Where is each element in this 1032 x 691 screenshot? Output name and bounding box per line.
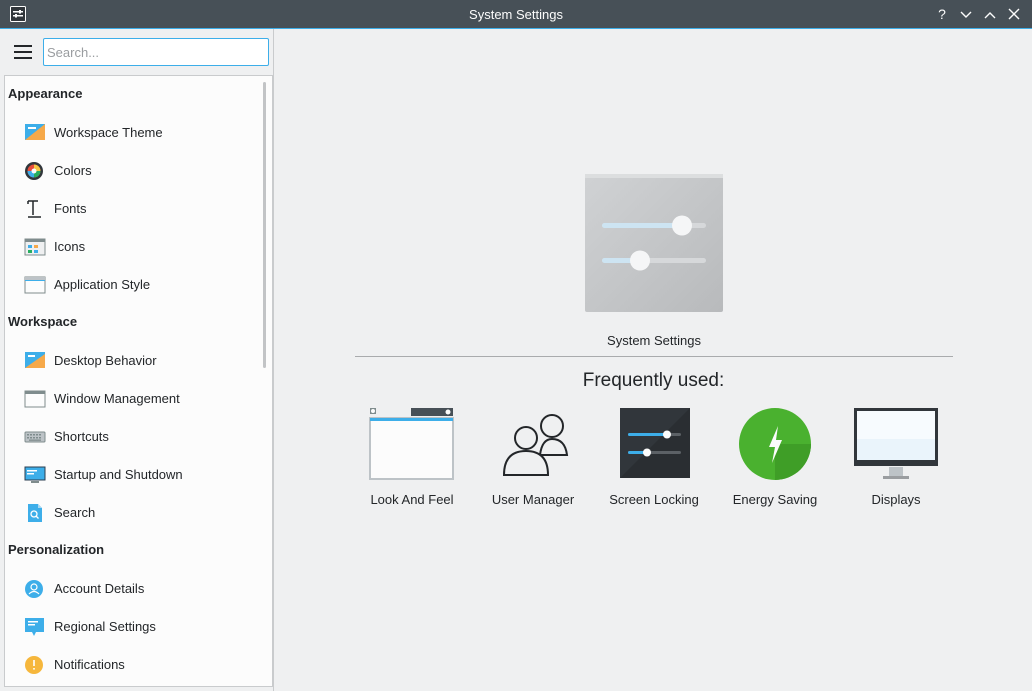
sidebar-item-label: Window Management bbox=[54, 391, 180, 406]
sidebar-item-label: Account Details bbox=[54, 581, 145, 596]
workspace-theme-icon bbox=[25, 124, 45, 140]
section-header-appearance: Appearance bbox=[8, 86, 83, 101]
frequent-item-screen-locking[interactable]: Screen Locking bbox=[594, 407, 714, 517]
title-bar: System Settings ? bbox=[0, 0, 1032, 28]
frequent-item-look-and-feel[interactable]: Look And Feel bbox=[352, 407, 472, 517]
frequent-item-label: Screen Locking bbox=[609, 492, 699, 507]
frequent-item-energy-saving[interactable]: Energy Saving bbox=[715, 407, 835, 517]
sidebar-item-colors[interactable]: Colors bbox=[5, 153, 260, 187]
startup-shutdown-icon bbox=[24, 466, 46, 483]
sidebar-item-workspace-theme[interactable]: Workspace Theme bbox=[5, 115, 260, 149]
minimize-button[interactable] bbox=[956, 4, 976, 24]
sidebar-item-startup-shutdown[interactable]: Startup and Shutdown bbox=[5, 457, 260, 491]
notifications-icon bbox=[25, 656, 43, 674]
keyboard-icon bbox=[24, 431, 46, 443]
frequent-item-label: User Manager bbox=[491, 492, 575, 507]
application-style-icon bbox=[24, 276, 46, 294]
account-icon bbox=[25, 580, 43, 598]
frequent-item-user-manager[interactable]: User Manager bbox=[473, 407, 593, 517]
window-management-icon bbox=[24, 390, 46, 408]
system-settings-icon bbox=[585, 174, 723, 312]
hamburger-menu-icon[interactable] bbox=[14, 45, 32, 59]
frequent-item-label: Energy Saving bbox=[732, 492, 818, 507]
section-header-personalization: Personalization bbox=[8, 542, 105, 557]
sidebar-item-window-management[interactable]: Window Management bbox=[5, 381, 260, 415]
frequent-item-displays[interactable]: Displays bbox=[836, 407, 956, 517]
hero-label: System Settings bbox=[607, 333, 701, 348]
sidebar-item-label: Regional Settings bbox=[54, 619, 156, 634]
scrollbar[interactable] bbox=[263, 82, 266, 368]
sidebar-item-label: Workspace Theme bbox=[54, 125, 163, 140]
search-input[interactable] bbox=[43, 38, 269, 66]
screen-locking-icon bbox=[620, 408, 690, 478]
category-list: Appearance Workspace Theme Colors Fonts … bbox=[4, 75, 273, 687]
sidebar-item-notifications[interactable]: Notifications bbox=[5, 647, 260, 681]
sidebar-item-label: Startup and Shutdown bbox=[54, 467, 183, 482]
window-title: System Settings bbox=[469, 7, 563, 22]
help-button[interactable]: ? bbox=[932, 4, 952, 24]
sidebar-item-fonts[interactable]: Fonts bbox=[5, 191, 260, 225]
main-panel: System Settings Frequently used: Look An… bbox=[275, 29, 1032, 691]
sidebar-item-account-details[interactable]: Account Details bbox=[5, 571, 260, 605]
sidebar-item-label: Shortcuts bbox=[54, 429, 109, 444]
sidebar-item-regional-settings[interactable]: Regional Settings bbox=[5, 609, 260, 643]
close-button[interactable] bbox=[1004, 4, 1024, 24]
frequent-item-label: Look And Feel bbox=[370, 492, 454, 507]
chevron-up-icon bbox=[984, 12, 996, 19]
icons-icon bbox=[24, 238, 46, 256]
users-icon bbox=[502, 414, 569, 476]
frequently-used-title: Frequently used: bbox=[582, 370, 725, 391]
sidebar-item-label: Fonts bbox=[54, 201, 87, 216]
sidebar-item-label: Desktop Behavior bbox=[54, 353, 157, 368]
display-icon bbox=[854, 408, 938, 479]
sidebar-item-shortcuts[interactable]: Shortcuts bbox=[5, 419, 260, 453]
fonts-icon bbox=[27, 200, 41, 218]
frequent-item-label: Displays bbox=[871, 492, 921, 507]
colors-icon bbox=[25, 162, 43, 180]
sidebar-item-label: Application Style bbox=[54, 277, 151, 292]
sidebar-item-label: Icons bbox=[54, 239, 86, 254]
sidebar-item-label: Notifications bbox=[54, 657, 125, 672]
look-and-feel-icon bbox=[369, 408, 454, 480]
close-icon bbox=[1008, 8, 1020, 20]
regional-settings-icon bbox=[25, 618, 44, 636]
sidebar-item-search[interactable]: Search bbox=[5, 495, 260, 529]
sidebar-item-label: Colors bbox=[54, 163, 92, 178]
desktop-behavior-icon bbox=[25, 352, 45, 368]
chevron-down-icon bbox=[960, 11, 972, 18]
sidebar-item-desktop-behavior[interactable]: Desktop Behavior bbox=[5, 343, 260, 377]
energy-saving-icon bbox=[739, 408, 811, 480]
sidebar-toolbar bbox=[0, 29, 273, 75]
sidebar-item-icons[interactable]: Icons bbox=[5, 229, 260, 263]
section-header-workspace: Workspace bbox=[8, 314, 78, 329]
divider bbox=[355, 356, 953, 357]
sidebar-item-application-style[interactable]: Application Style bbox=[5, 267, 260, 301]
sidebar: Appearance Workspace Theme Colors Fonts … bbox=[0, 29, 274, 691]
sidebar-item-label: Search bbox=[54, 505, 96, 520]
search-icon bbox=[28, 504, 42, 522]
maximize-button[interactable] bbox=[980, 4, 1000, 24]
